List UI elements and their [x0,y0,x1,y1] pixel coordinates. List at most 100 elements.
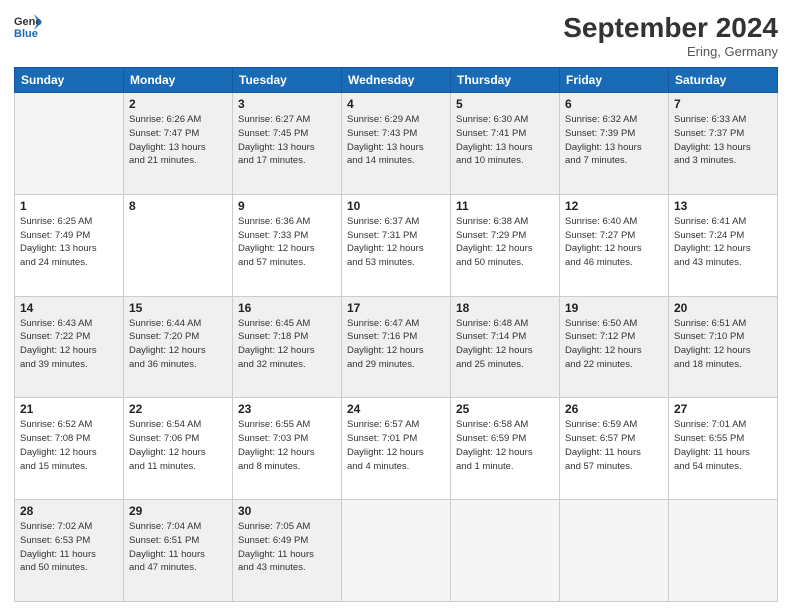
day-info: Sunrise: 6:33 AMSunset: 7:37 PMDaylight:… [674,113,772,168]
day-number: 15 [129,301,227,315]
table-row: 16 Sunrise: 6:45 AMSunset: 7:18 PMDayligh… [233,296,342,398]
table-row: 4 Sunrise: 6:29 AMSunset: 7:43 PMDaylight… [342,93,451,195]
day-number: 22 [129,402,227,416]
day-info: Sunrise: 6:50 AMSunset: 7:12 PMDaylight:… [565,317,663,372]
day-number: 20 [674,301,772,315]
table-row: 5 Sunrise: 6:30 AMSunset: 7:41 PMDaylight… [451,93,560,195]
calendar-week-row: 21 Sunrise: 6:52 AMSunset: 7:08 PMDayligh… [15,398,778,500]
page: General Blue September 2024 Ering, Germa… [0,0,792,612]
day-number: 16 [238,301,336,315]
day-number: 21 [20,402,118,416]
day-number: 7 [674,97,772,111]
day-number: 9 [238,199,336,213]
day-number: 5 [456,97,554,111]
table-row [15,93,124,195]
location: Ering, Germany [563,44,778,59]
day-number: 10 [347,199,445,213]
table-row: 10 Sunrise: 6:37 AMSunset: 7:31 PMDayligh… [342,194,451,296]
day-info: Sunrise: 6:32 AMSunset: 7:39 PMDaylight:… [565,113,663,168]
day-number: 25 [456,402,554,416]
title-block: September 2024 Ering, Germany [563,12,778,59]
day-number: 18 [456,301,554,315]
day-number: 8 [129,199,227,213]
day-info: Sunrise: 6:44 AMSunset: 7:20 PMDaylight:… [129,317,227,372]
day-number: 30 [238,504,336,518]
table-row: 29 Sunrise: 7:04 AMSunset: 6:51 PMDayligh… [124,500,233,602]
calendar-week-row: 1 Sunrise: 6:25 AMSunset: 7:49 PMDaylight… [15,194,778,296]
day-info: Sunrise: 6:55 AMSunset: 7:03 PMDaylight:… [238,418,336,473]
day-info: Sunrise: 6:57 AMSunset: 7:01 PMDaylight:… [347,418,445,473]
day-info: Sunrise: 6:48 AMSunset: 7:14 PMDaylight:… [456,317,554,372]
header: General Blue September 2024 Ering, Germa… [14,12,778,59]
day-number: 11 [456,199,554,213]
day-info: Sunrise: 6:54 AMSunset: 7:06 PMDaylight:… [129,418,227,473]
logo: General Blue [14,12,42,40]
table-row: 13 Sunrise: 6:41 AMSunset: 7:24 PMDayligh… [669,194,778,296]
calendar-table: Sunday Monday Tuesday Wednesday Thursday… [14,67,778,602]
day-number: 14 [20,301,118,315]
day-info: Sunrise: 6:37 AMSunset: 7:31 PMDaylight:… [347,215,445,270]
table-row: 3 Sunrise: 6:27 AMSunset: 7:45 PMDaylight… [233,93,342,195]
table-row: 28 Sunrise: 7:02 AMSunset: 6:53 PMDayligh… [15,500,124,602]
col-wednesday: Wednesday [342,68,451,93]
day-number: 12 [565,199,663,213]
day-info: Sunrise: 6:26 AMSunset: 7:47 PMDaylight:… [129,113,227,168]
table-row: 14 Sunrise: 6:43 AMSunset: 7:22 PMDayligh… [15,296,124,398]
table-row [342,500,451,602]
col-tuesday: Tuesday [233,68,342,93]
day-number: 17 [347,301,445,315]
day-info: Sunrise: 6:41 AMSunset: 7:24 PMDaylight:… [674,215,772,270]
day-number: 4 [347,97,445,111]
day-info: Sunrise: 6:51 AMSunset: 7:10 PMDaylight:… [674,317,772,372]
day-info: Sunrise: 6:47 AMSunset: 7:16 PMDaylight:… [347,317,445,372]
table-row: 27Sunrise: 7:01 AMSunset: 6:55 PMDayligh… [669,398,778,500]
day-info: Sunrise: 6:40 AMSunset: 7:27 PMDaylight:… [565,215,663,270]
table-row: 1 Sunrise: 6:25 AMSunset: 7:49 PMDaylight… [15,194,124,296]
day-info: Sunrise: 7:04 AMSunset: 6:51 PMDaylight:… [129,520,227,575]
table-row: 6Sunrise: 6:32 AMSunset: 7:39 PMDaylight… [560,93,669,195]
day-number: 26 [565,402,663,416]
table-row: 18 Sunrise: 6:48 AMSunset: 7:14 PMDayligh… [451,296,560,398]
day-info: Sunrise: 6:29 AMSunset: 7:43 PMDaylight:… [347,113,445,168]
table-row: 12 Sunrise: 6:40 AMSunset: 7:27 PMDayligh… [560,194,669,296]
table-row: 24 Sunrise: 6:57 AMSunset: 7:01 PMDayligh… [342,398,451,500]
table-row: 15 Sunrise: 6:44 AMSunset: 7:20 PMDayligh… [124,296,233,398]
table-row [669,500,778,602]
table-row: 20 Sunrise: 6:51 AMSunset: 7:10 PMDayligh… [669,296,778,398]
day-info: Sunrise: 6:36 AMSunset: 7:33 PMDaylight:… [238,215,336,270]
day-info: Sunrise: 6:58 AMSunset: 6:59 PMDaylight:… [456,418,554,473]
svg-text:Blue: Blue [14,28,38,40]
day-info: Sunrise: 6:30 AMSunset: 7:41 PMDaylight:… [456,113,554,168]
calendar-week-row: 14 Sunrise: 6:43 AMSunset: 7:22 PMDayligh… [15,296,778,398]
table-row: 11Sunrise: 6:38 AMSunset: 7:29 PMDayligh… [451,194,560,296]
day-info: Sunrise: 7:02 AMSunset: 6:53 PMDaylight:… [20,520,118,575]
day-number: 1 [20,199,118,213]
table-row: 19 Sunrise: 6:50 AMSunset: 7:12 PMDayligh… [560,296,669,398]
day-number: 19 [565,301,663,315]
table-row: 21 Sunrise: 6:52 AMSunset: 7:08 PMDayligh… [15,398,124,500]
table-row: 7 Sunrise: 6:33 AMSunset: 7:37 PMDaylight… [669,93,778,195]
table-row: 23Sunrise: 6:55 AMSunset: 7:03 PMDayligh… [233,398,342,500]
day-info: Sunrise: 7:01 AMSunset: 6:55 PMDaylight:… [674,418,772,473]
day-number: 29 [129,504,227,518]
table-row: 8 [124,194,233,296]
table-row: 30Sunrise: 7:05 AMSunset: 6:49 PMDayligh… [233,500,342,602]
col-sunday: Sunday [15,68,124,93]
day-info: Sunrise: 6:25 AMSunset: 7:49 PMDaylight:… [20,215,118,270]
day-number: 28 [20,504,118,518]
month-title: September 2024 [563,12,778,44]
day-number: 3 [238,97,336,111]
calendar-header-row: Sunday Monday Tuesday Wednesday Thursday… [15,68,778,93]
table-row: 9 Sunrise: 6:36 AMSunset: 7:33 PMDaylight… [233,194,342,296]
day-number: 24 [347,402,445,416]
col-thursday: Thursday [451,68,560,93]
table-row: 25 Sunrise: 6:58 AMSunset: 6:59 PMDayligh… [451,398,560,500]
day-info: Sunrise: 6:45 AMSunset: 7:18 PMDaylight:… [238,317,336,372]
table-row: 26Sunrise: 6:59 AMSunset: 6:57 PMDayligh… [560,398,669,500]
day-info: Sunrise: 6:27 AMSunset: 7:45 PMDaylight:… [238,113,336,168]
table-row: 17 Sunrise: 6:47 AMSunset: 7:16 PMDayligh… [342,296,451,398]
day-info: Sunrise: 6:43 AMSunset: 7:22 PMDaylight:… [20,317,118,372]
day-number: 13 [674,199,772,213]
col-friday: Friday [560,68,669,93]
day-info: Sunrise: 6:52 AMSunset: 7:08 PMDaylight:… [20,418,118,473]
